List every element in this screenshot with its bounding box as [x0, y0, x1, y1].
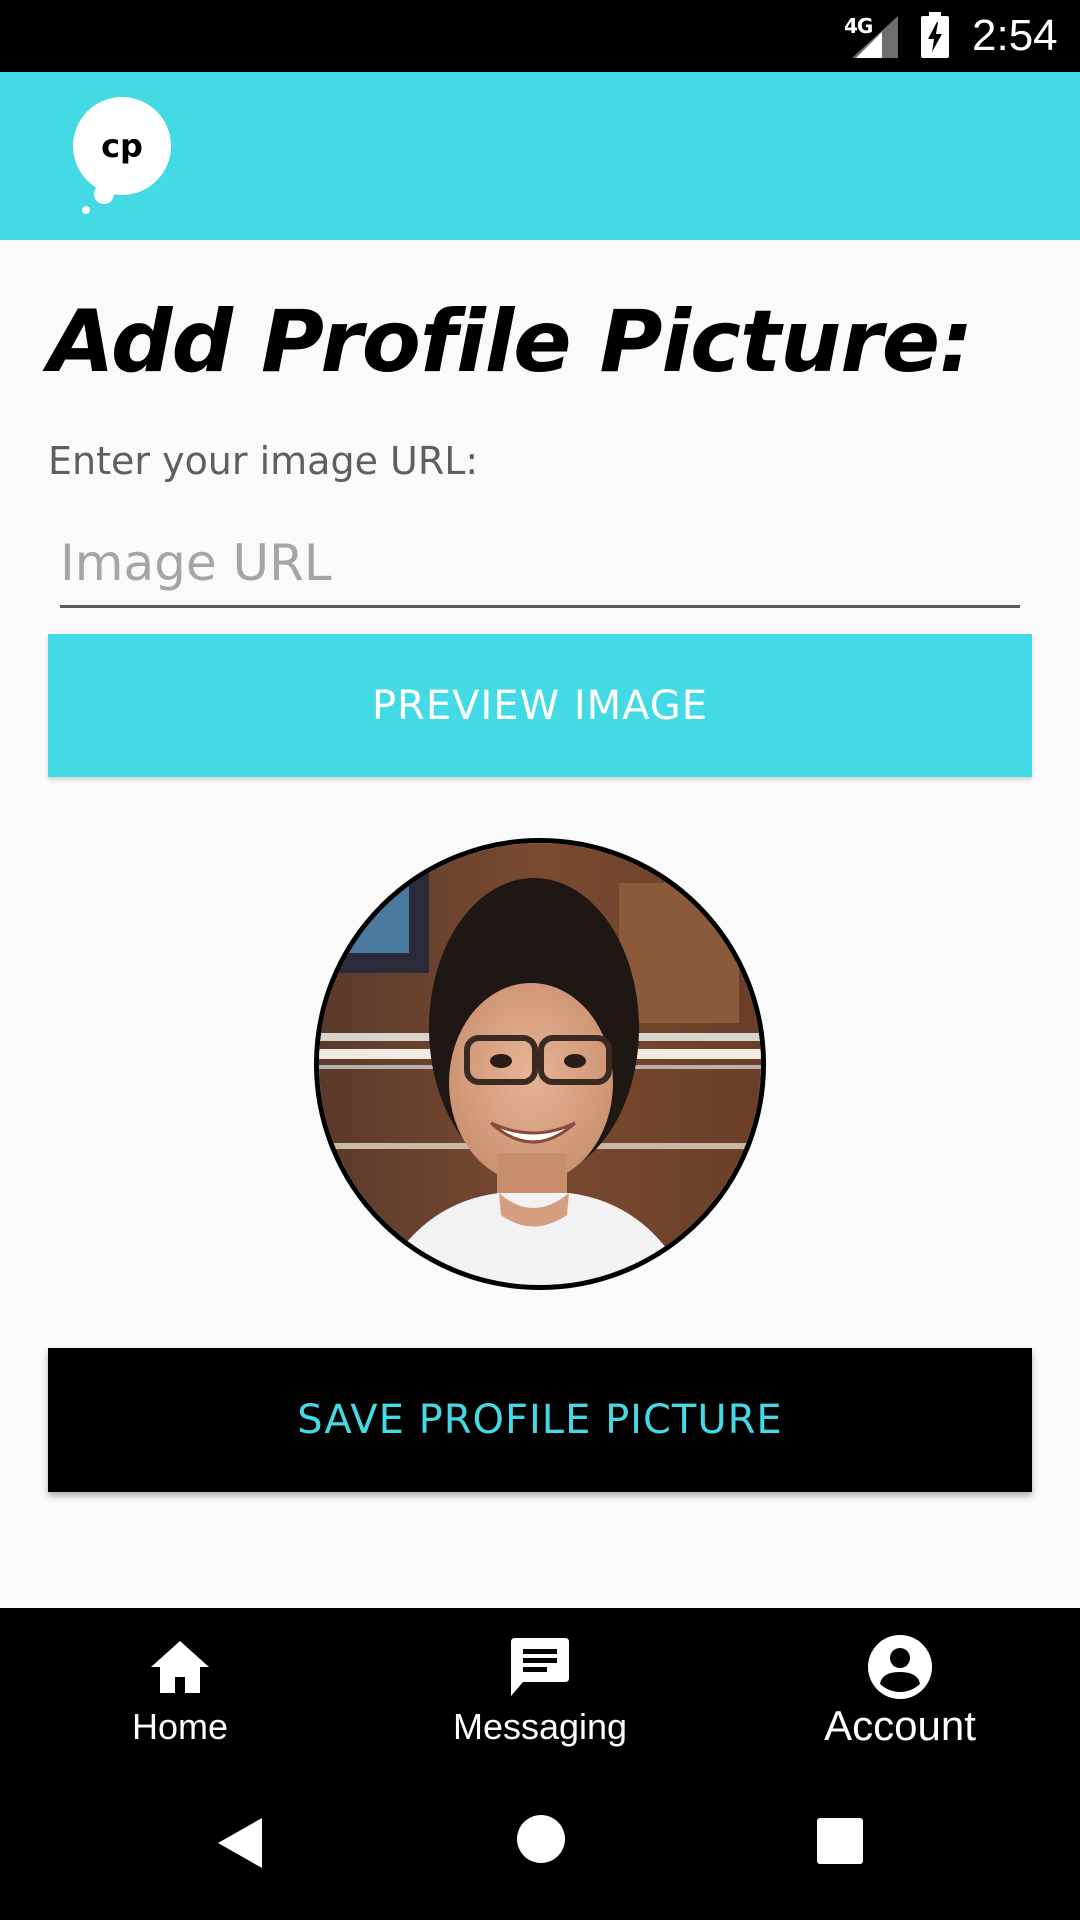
status-bar: 4G 2:54: [0, 0, 1080, 72]
cell-signal-icon: [852, 16, 898, 58]
nav-item-home[interactable]: Home: [0, 1608, 360, 1768]
nav-label-home: Home: [131, 1706, 229, 1747]
image-url-label: Enter your image URL:: [48, 439, 479, 483]
back-icon[interactable]: [216, 1816, 264, 1870]
nav-item-account[interactable]: Account: [720, 1608, 1080, 1768]
profile-photo-image: [319, 843, 761, 1285]
app-logo[interactable]: cp: [70, 96, 180, 220]
battery-charging-icon: [921, 12, 949, 58]
nav-item-messaging[interactable]: Messaging: [360, 1608, 720, 1768]
bottom-navigation: Home Messaging Account: [0, 1608, 1080, 1768]
system-navigation-bar: [0, 1768, 1080, 1920]
preview-image-button[interactable]: PREVIEW IMAGE: [48, 634, 1032, 777]
image-url-input[interactable]: [60, 520, 1020, 608]
home-circle-icon[interactable]: [516, 1814, 566, 1864]
profile-picture-preview: [314, 838, 766, 1290]
nav-label-messaging: Messaging: [452, 1706, 628, 1747]
app-bar: cp: [0, 72, 1080, 240]
account-circle-icon: [868, 1635, 932, 1699]
recents-icon[interactable]: [817, 1818, 863, 1864]
logo-text: cp: [101, 127, 143, 165]
page-title: Add Profile Picture:: [48, 292, 973, 392]
nav-label-account: Account: [824, 1702, 976, 1749]
home-icon: [151, 1641, 209, 1693]
message-icon: [511, 1638, 569, 1696]
status-clock: 2:54: [972, 11, 1058, 60]
save-profile-picture-button[interactable]: SAVE PROFILE PICTURE: [48, 1348, 1032, 1492]
